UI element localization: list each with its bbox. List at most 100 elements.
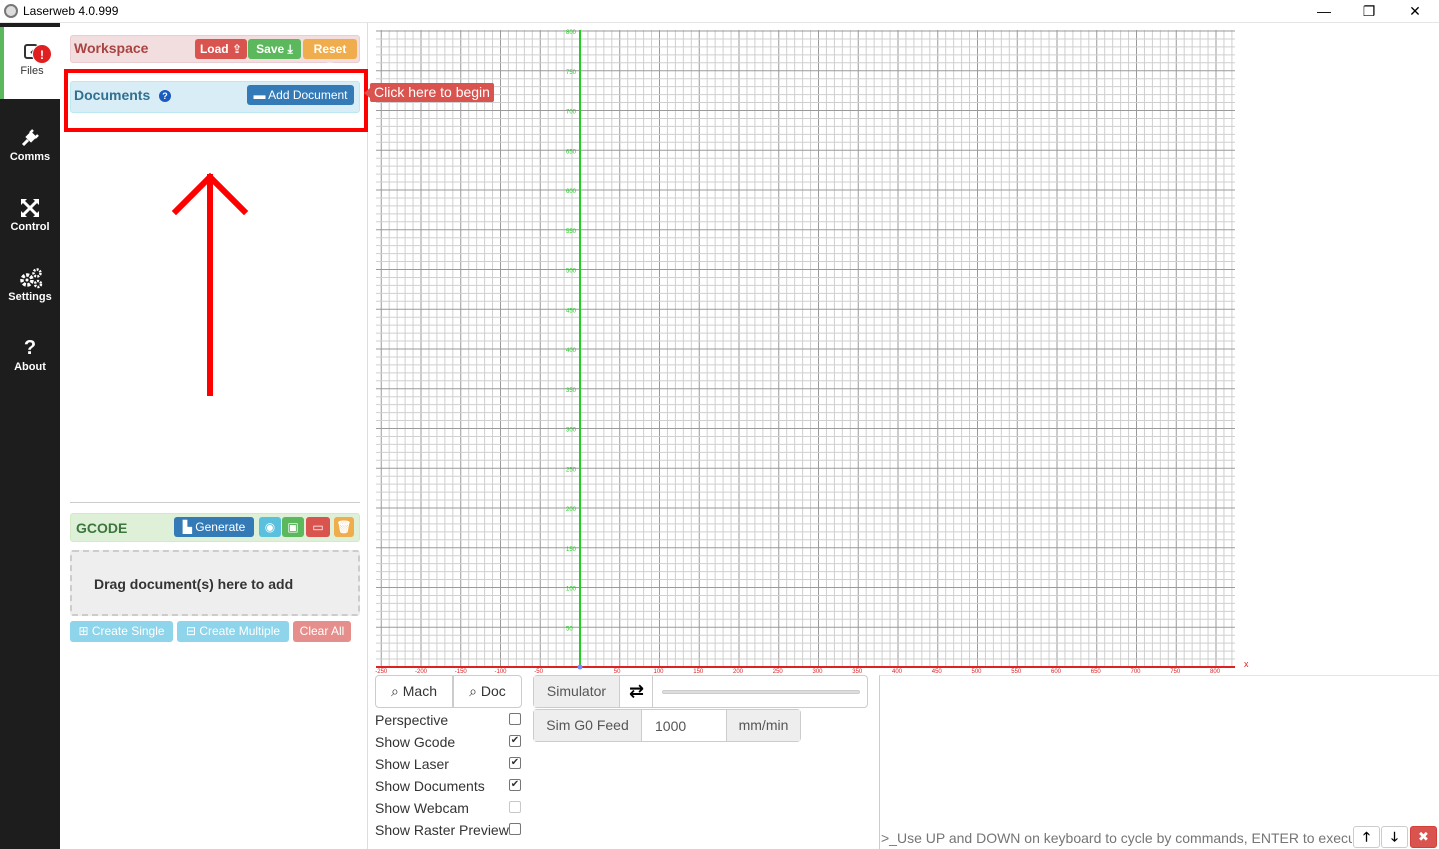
- warning-icon: !: [32, 44, 52, 64]
- gears-icon: [19, 267, 43, 289]
- create-multiple-label: Create Multiple: [199, 624, 281, 638]
- search-icon: ⌕: [469, 683, 478, 699]
- view-document-button[interactable]: ⌕ Doc: [453, 675, 522, 708]
- generate-label: Generate: [195, 520, 246, 534]
- y-tick-label: 650: [566, 149, 577, 155]
- option-row: Show Gcode ✔: [375, 732, 523, 752]
- mach-label: Mach: [402, 683, 437, 699]
- arrow-up-icon: 🡑: [1363, 829, 1370, 844]
- workspace-panel: Workspace Load ⇪ Save ⤓ Reset 🗑: [70, 35, 360, 76]
- nav-label-about: About: [14, 361, 46, 373]
- nav-label-files: Files: [20, 65, 44, 77]
- option-row: Show Raster Preview: [375, 820, 523, 840]
- trash-icon: 🗑: [336, 520, 352, 534]
- nav-item-comms[interactable]: Comms: [0, 113, 60, 183]
- nav-item-settings[interactable]: Settings: [0, 253, 60, 323]
- y-tick-label: 200: [566, 507, 577, 513]
- nav-label-settings: Settings: [8, 291, 52, 303]
- minimize-button[interactable]: —: [1301, 0, 1347, 22]
- y-tick-label: 150: [566, 547, 577, 553]
- files-panel: Workspace Load ⇪ Save ⤓ Reset 🗑 Document…: [60, 23, 368, 849]
- y-tick-label: 600: [566, 189, 577, 195]
- save-gcode-button[interactable]: ▣: [282, 517, 304, 537]
- swap-arrows-icon[interactable]: ⇄: [621, 676, 653, 707]
- option-label: Show Laser: [375, 756, 449, 772]
- option-checkbox[interactable]: [509, 713, 521, 725]
- view-controls: ⌕ Mach ⌕ Doc Simulator ⇄ Sim G0 Feed mm/…: [369, 675, 879, 849]
- drop-zone[interactable]: Drag document(s) here to add: [70, 550, 360, 616]
- simulator-label: Simulator: [534, 676, 620, 707]
- window-title: Laserweb 4.0.999: [23, 4, 119, 18]
- create-single-label: Create Single: [91, 624, 165, 638]
- workspace-title: Workspace: [74, 40, 149, 56]
- delete-gcode-button[interactable]: 🗑: [334, 517, 354, 537]
- option-row: Show Laser ✔: [375, 754, 523, 774]
- drop-zone-text: Drag document(s) here to add: [94, 576, 294, 592]
- history-up-button[interactable]: 🡑: [1353, 826, 1380, 848]
- history-down-button[interactable]: 🡓: [1381, 826, 1408, 848]
- plug-icon: [19, 127, 41, 149]
- option-row: Show Webcam: [375, 798, 523, 818]
- nav-item-files[interactable]: ! Files: [0, 27, 60, 99]
- option-label: Show Gcode: [375, 734, 456, 750]
- reset-workspace-button[interactable]: Reset 🗑: [303, 39, 357, 76]
- option-label: Show Documents: [375, 778, 485, 794]
- y-tick-label: 350: [566, 388, 577, 394]
- option-checkbox[interactable]: ✔: [509, 757, 521, 769]
- divider: [70, 502, 360, 503]
- nav-item-about[interactable]: ? About: [0, 323, 60, 393]
- y-tick-label: 700: [566, 110, 577, 116]
- save-workspace-button[interactable]: Save ⤓: [248, 39, 301, 59]
- option-checkbox[interactable]: [509, 823, 521, 835]
- open-gcode-button[interactable]: ▭: [306, 517, 330, 537]
- option-label: Show Webcam: [375, 800, 469, 816]
- simulator-slider[interactable]: [662, 690, 860, 694]
- create-multiple-button[interactable]: ⊟ Create Multiple: [177, 621, 289, 642]
- sim-feed-group: Sim G0 Feed mm/min: [533, 709, 801, 742]
- chart-icon: ▙: [182, 520, 192, 534]
- preview-gcode-button[interactable]: ◉: [259, 517, 281, 537]
- command-terminal: 🡑 🡓 ✖: [879, 675, 1439, 849]
- folder-icon: ▭: [312, 520, 324, 534]
- command-input[interactable]: [880, 827, 1352, 849]
- gcode-title: GCODE: [76, 520, 128, 536]
- sim-feed-label: Sim G0 Feed: [534, 710, 642, 741]
- view-machine-button[interactable]: ⌕ Mach: [375, 675, 453, 708]
- y-tick-label: 400: [566, 348, 577, 354]
- y-tick-label: 250: [566, 467, 577, 473]
- x-axis-label: x: [1244, 659, 1249, 669]
- load-workspace-button[interactable]: Load ⇪: [195, 39, 247, 59]
- y-tick-label: 50: [566, 626, 573, 632]
- close-window-button[interactable]: ✕: [1392, 0, 1438, 22]
- option-checkbox[interactable]: ✔: [509, 779, 521, 791]
- question-icon: ?: [23, 337, 37, 359]
- save-label: Save: [256, 42, 285, 56]
- up-arrow-annotation: [171, 172, 249, 396]
- load-label: Load: [199, 42, 229, 56]
- arrow-down-icon: 🡓: [1391, 829, 1398, 844]
- clear-terminal-button[interactable]: ✖: [1410, 826, 1437, 848]
- begin-hint-callout: Click here to begin: [364, 83, 494, 102]
- origin-marker: [577, 664, 583, 670]
- sim-feed-unit: mm/min: [726, 710, 800, 741]
- option-label: Perspective: [375, 712, 449, 728]
- create-single-button[interactable]: ⊞ Create Single: [70, 621, 173, 642]
- close-icon: ✖: [1418, 829, 1429, 844]
- y-tick-label: 500: [566, 269, 577, 275]
- gcode-panel: GCODE ▙ Generate ◉ ▣ ▭ 🗑: [70, 513, 360, 542]
- arrows-move-icon: [19, 197, 41, 219]
- search-icon: ⌕: [391, 683, 399, 699]
- option-checkbox[interactable]: ✔: [509, 735, 521, 747]
- nav-label-control: Control: [10, 221, 50, 233]
- generate-gcode-button[interactable]: ▙ Generate: [174, 517, 254, 537]
- nav-item-control[interactable]: Control: [0, 183, 60, 253]
- maximize-button[interactable]: ❐: [1346, 0, 1392, 22]
- sim-feed-input[interactable]: [643, 710, 726, 741]
- option-row: Show Documents ✔: [375, 776, 523, 796]
- workspace-canvas[interactable]: 800 750 700 650 600 550 500 450 400 350 300 250 200 1…: [369, 23, 1439, 675]
- reset-label: Reset: [313, 42, 347, 56]
- clear-all-button[interactable]: Clear All: [293, 621, 351, 642]
- left-nav: ! Files Comms Control Settings ? About: [0, 23, 60, 849]
- eye-icon: ◉: [264, 520, 276, 534]
- y-tick-label: 550: [566, 229, 577, 235]
